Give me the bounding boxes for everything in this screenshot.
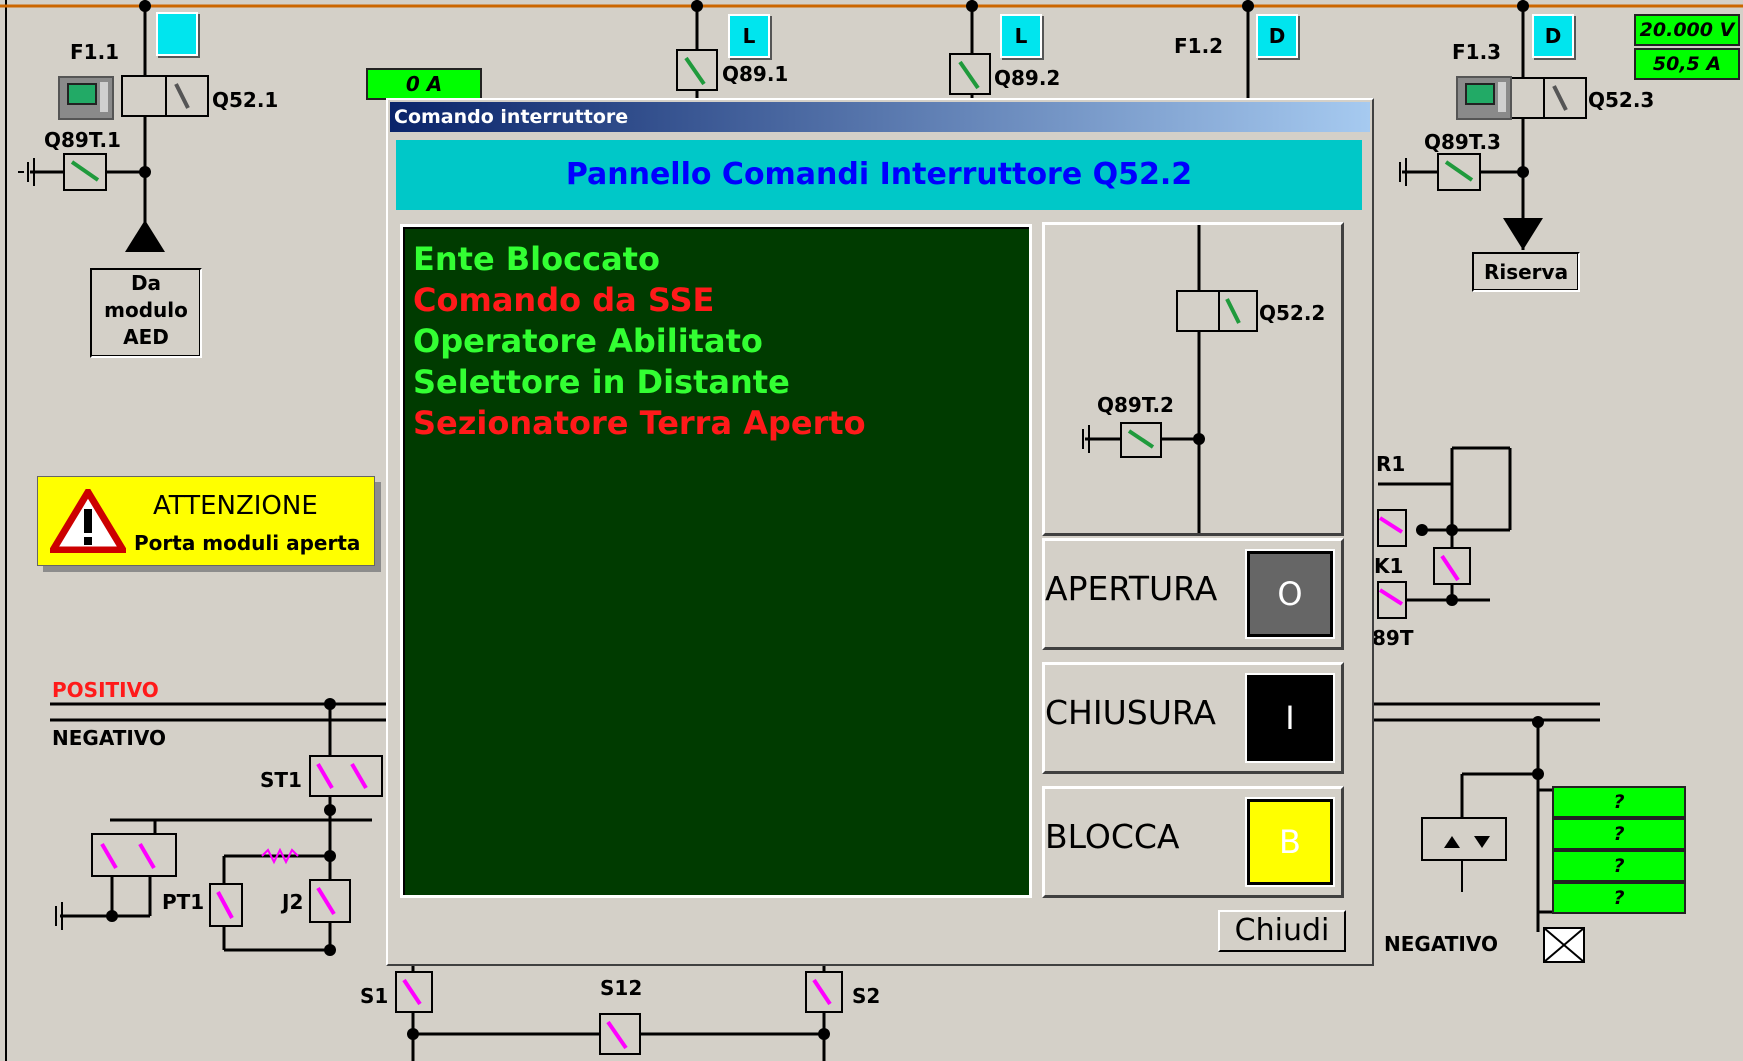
status-line: Ente Bloccato xyxy=(413,240,660,278)
source-line-3: AED xyxy=(123,325,169,349)
q891-indicator: L xyxy=(728,14,770,58)
q891-label: Q89.1 xyxy=(722,62,789,86)
close-button[interactable]: Chiudi xyxy=(1218,910,1346,952)
q892-indicator: L xyxy=(1000,14,1042,58)
blocca-label: BLOCCA xyxy=(1045,817,1180,856)
dialog-titlebar[interactable]: Comando interruttore xyxy=(390,102,1370,132)
bus-negative-label: NEGATIVO xyxy=(52,726,166,750)
s2-label: S2 xyxy=(852,984,881,1008)
s12-label: S12 xyxy=(600,976,643,1000)
breaker-q521-label: Q52.1 xyxy=(212,88,279,112)
status-line: Sezionatore Terra Aperto xyxy=(413,404,866,442)
panel-header: Pannello Comandi Interruttore Q52.2 xyxy=(396,140,1362,210)
breaker-q523-label: Q52.3 xyxy=(1588,88,1655,112)
breaker-schematic-icon xyxy=(1082,225,1258,533)
unknown-value-2: ? xyxy=(1552,818,1686,850)
apertura-button[interactable]: O xyxy=(1245,549,1335,639)
current-display: 0 A xyxy=(366,68,482,100)
pt1-label: PT1 xyxy=(162,890,205,914)
warning-title: ATTENZIONE xyxy=(153,491,318,521)
reserve-box: Riserva xyxy=(1472,252,1580,292)
blocca-row: BLOCCA B xyxy=(1042,786,1344,898)
s1-label: S1 xyxy=(360,984,389,1008)
k1-label: K1 xyxy=(1374,554,1404,578)
source-aed-box: Da modulo AED xyxy=(90,268,202,358)
st1-label: ST1 xyxy=(260,768,302,792)
chiusura-label: CHIUSURA xyxy=(1045,693,1217,732)
unknown-value-4: ? xyxy=(1552,882,1686,914)
q892-label: Q89.2 xyxy=(994,66,1061,90)
monitor-icon xyxy=(1456,76,1512,120)
mini-schematic: Q52.2 Q89T.2 xyxy=(1042,222,1344,536)
warning-triangle-icon xyxy=(50,489,126,553)
warning-banner: ATTENZIONE Porta moduli aperta xyxy=(37,476,375,566)
feeder-f11-label: F1.1 xyxy=(70,40,120,64)
source-line-1: Da xyxy=(130,271,162,295)
earth-q89t1-label: Q89T.1 xyxy=(44,128,121,152)
blocca-button[interactable]: B xyxy=(1245,797,1335,887)
unknown-value-1: ? xyxy=(1552,786,1686,818)
voltage-display: 20.000 V xyxy=(1634,14,1740,46)
warning-text: Porta moduli aperta xyxy=(134,531,361,555)
monitor-icon xyxy=(58,76,114,120)
j2-label: J2 xyxy=(282,890,304,914)
chiusura-row: CHIUSURA I xyxy=(1042,662,1344,774)
bus-negative-right-label: NEGATIVO xyxy=(1384,932,1498,956)
status-line: Operatore Abilitato xyxy=(413,322,763,360)
unknown-value-3: ? xyxy=(1552,850,1686,882)
mini-breaker-label: Q52.2 xyxy=(1259,301,1326,325)
status-list: Ente Bloccato Comando da SSE Operatore A… xyxy=(413,239,866,444)
feeder-f12-label: F1.2 xyxy=(1174,34,1224,58)
f13-indicator: D xyxy=(1532,14,1574,58)
apertura-row: APERTURA O xyxy=(1042,538,1344,650)
source-line-2: modulo xyxy=(104,298,188,322)
q89t-label: 89T xyxy=(1372,626,1414,650)
status-line: Selettore in Distante xyxy=(413,363,790,401)
apertura-label: APERTURA xyxy=(1045,569,1218,608)
feeder-f13-label: F1.3 xyxy=(1452,40,1502,64)
f12-indicator: D xyxy=(1256,14,1298,58)
r1-label: R1 xyxy=(1376,452,1406,476)
bus-positive-label: POSITIVO xyxy=(52,678,159,702)
f11-indicator xyxy=(156,12,198,56)
status-panel: Ente Bloccato Comando da SSE Operatore A… xyxy=(400,224,1032,898)
chiusura-button[interactable]: I xyxy=(1245,673,1335,763)
breaker-command-dialog: Comando interruttore Pannello Comandi In… xyxy=(386,98,1374,966)
mini-earth-label: Q89T.2 xyxy=(1097,393,1174,417)
amp-display: 50,5 A xyxy=(1634,48,1740,80)
status-line: Comando da SSE xyxy=(413,281,715,319)
earth-q89t3-label: Q89T.3 xyxy=(1424,130,1501,154)
